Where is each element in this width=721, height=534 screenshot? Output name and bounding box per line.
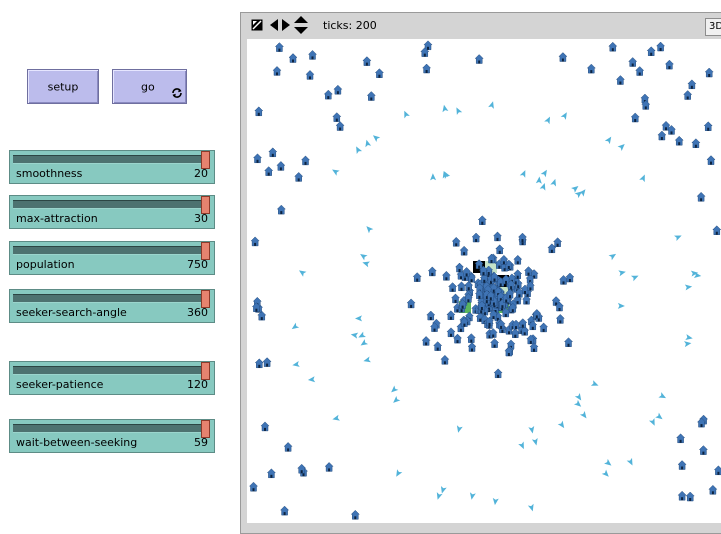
slider-label: smoothness [16, 167, 83, 180]
horizontal-arrows-icon[interactable] [270, 19, 290, 31]
slider-value: 120 [187, 378, 208, 391]
slider-value: 20 [194, 167, 208, 180]
slider-track[interactable] [13, 420, 210, 438]
slider-track[interactable] [13, 196, 210, 214]
max-attraction-slider[interactable]: max-attraction 30 [9, 195, 215, 229]
slider-track[interactable] [13, 151, 210, 169]
slider-label: max-attraction [16, 212, 98, 225]
population-slider[interactable]: population 750 [9, 241, 215, 275]
slider-label: wait-between-seeking [16, 436, 138, 449]
zoom-toggle-icon[interactable] [251, 19, 263, 31]
forever-loop-icon [172, 88, 182, 98]
setup-button[interactable]: setup [27, 69, 99, 104]
go-button-label: go [141, 80, 155, 93]
slider-value: 30 [194, 212, 208, 225]
vertical-arrows-icon[interactable] [294, 16, 308, 34]
slider-label: seeker-search-angle [16, 306, 127, 319]
slider-label: population [16, 258, 75, 271]
wait-between-seeking-slider[interactable]: wait-between-seeking 59 [9, 419, 215, 453]
view-toolbar: ticks: 200 3D [241, 13, 721, 39]
slider-track[interactable] [13, 362, 210, 380]
world-canvas[interactable] [247, 39, 721, 523]
setup-button-label: setup [47, 80, 79, 93]
3d-view-button[interactable]: 3D [705, 18, 721, 36]
slider-value: 750 [187, 258, 208, 271]
go-button[interactable]: go [112, 69, 187, 104]
smoothness-slider[interactable]: smoothness 20 [9, 150, 215, 184]
slider-track[interactable] [13, 290, 210, 308]
slider-label: seeker-patience [16, 378, 104, 391]
world-view-frame: ticks: 200 3D [240, 12, 721, 534]
slider-track[interactable] [13, 242, 210, 260]
slider-value: 59 [194, 436, 208, 449]
seeker-search-angle-slider[interactable]: seeker-search-angle 360 [9, 289, 215, 323]
seeker-patience-slider[interactable]: seeker-patience 120 [9, 361, 215, 395]
slider-value: 360 [187, 306, 208, 319]
ticks-label: ticks: 200 [323, 19, 377, 32]
